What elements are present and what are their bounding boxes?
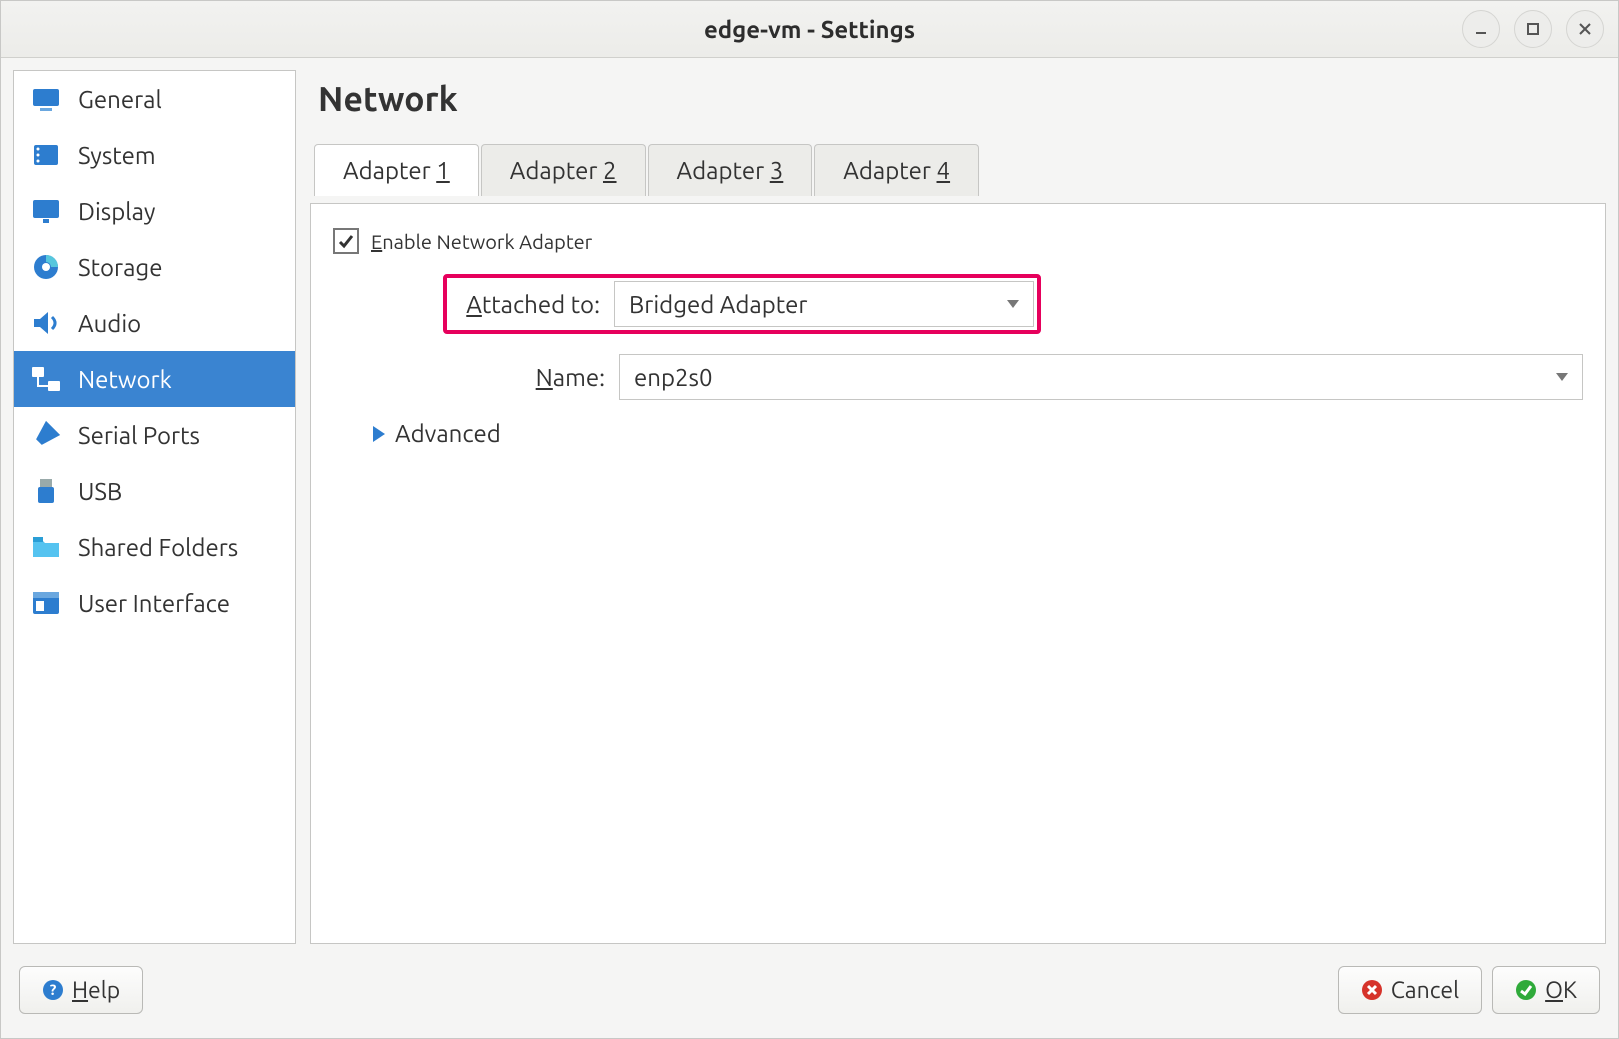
audio-icon [30,307,62,339]
enable-adapter-checkbox[interactable] [333,228,359,254]
network-icon [30,363,62,395]
enable-adapter-row: Enable Network Adapter [333,228,1583,254]
sidebar-item-label: Network [78,366,172,393]
sidebar-item-storage[interactable]: Storage [14,239,295,295]
system-icon [30,139,62,171]
tab-adapter-1[interactable]: Adapter 1 [314,144,479,196]
main-panel: Network Adapter 1 Adapter 2 Adapter 3 Ad… [310,70,1606,944]
check-icon [338,233,354,249]
usb-icon [30,475,62,507]
sidebar-item-label: Serial Ports [78,422,200,449]
maximize-icon [1525,21,1541,37]
chevron-down-icon [1556,373,1568,381]
sidebar-item-label: General [78,86,162,113]
sidebar-item-label: Audio [78,310,141,337]
svg-text:?: ? [50,981,57,998]
sidebar-item-label: System [78,142,156,169]
cancel-label: Cancel [1391,978,1459,1003]
ok-button[interactable]: OK [1492,966,1600,1014]
sidebar-item-network[interactable]: Network [14,351,295,407]
sidebar-item-label: Shared Folders [78,534,238,561]
sidebar-item-usb[interactable]: USB [14,463,295,519]
sidebar-item-serial-ports[interactable]: Serial Ports [14,407,295,463]
tab-adapter-2[interactable]: Adapter 2 [481,144,646,196]
window-title: edge-vm - Settings [704,16,915,43]
cancel-button[interactable]: Cancel [1338,966,1482,1014]
user-interface-icon [30,587,62,619]
name-label: Name: [443,364,605,391]
serial-ports-icon [30,419,62,451]
tab-adapter-3[interactable]: Adapter 3 [648,144,813,196]
attached-to-select[interactable]: Bridged Adapter [614,281,1034,327]
sidebar-item-label: Storage [78,254,162,281]
dialog-body: General System Display Storage [1,58,1618,956]
enable-adapter-label: Enable Network Adapter [371,230,592,253]
sidebar-item-system[interactable]: System [14,127,295,183]
help-icon: ? [42,979,64,1001]
titlebar: edge-vm - Settings [1,1,1618,58]
sidebar-item-label: User Interface [78,590,230,617]
attached-to-label: Attached to: [450,291,600,318]
attached-to-highlight: Attached to: Bridged Adapter [443,274,1041,334]
help-button[interactable]: ? Help [19,966,143,1014]
sidebar-item-label: Display [78,198,155,225]
sidebar-item-display[interactable]: Display [14,183,295,239]
advanced-label: Advanced [395,420,501,447]
settings-window: edge-vm - Settings General [0,0,1619,1039]
sidebar-item-user-interface[interactable]: User Interface [14,575,295,631]
storage-icon [30,251,62,283]
sidebar-item-general[interactable]: General [14,71,295,127]
close-button[interactable] [1566,10,1604,48]
tab-panel: Enable Network Adapter Attached to: Brid… [310,203,1606,944]
sidebar-item-audio[interactable]: Audio [14,295,295,351]
name-row: Name: enp2s0 [443,354,1583,400]
sidebar-item-shared-folders[interactable]: Shared Folders [14,519,295,575]
advanced-disclosure[interactable]: Advanced [373,420,1583,447]
name-value: enp2s0 [634,364,712,391]
triangle-right-icon [373,426,385,442]
attached-to-value: Bridged Adapter [629,291,808,318]
minimize-button[interactable] [1462,10,1500,48]
page-title: Network [310,70,1606,136]
ok-icon [1515,979,1537,1001]
close-icon [1577,21,1593,37]
display-icon [30,195,62,227]
dialog-footer: ? Help Cancel OK [1,956,1618,1038]
tab-adapter-4[interactable]: Adapter 4 [814,144,979,196]
minimize-icon [1473,21,1489,37]
name-select[interactable]: enp2s0 [619,354,1583,400]
sidebar-item-label: USB [78,478,122,505]
adapter-tab-bar: Adapter 1 Adapter 2 Adapter 3 Adapter 4 [310,144,1606,196]
chevron-down-icon [1007,300,1019,308]
shared-folders-icon [30,531,62,563]
settings-sidebar: General System Display Storage [13,70,296,944]
general-icon [30,83,62,115]
cancel-icon [1361,979,1383,1001]
maximize-button[interactable] [1514,10,1552,48]
attached-to-row: Attached to: Bridged Adapter [443,274,1583,334]
window-controls [1462,10,1604,48]
